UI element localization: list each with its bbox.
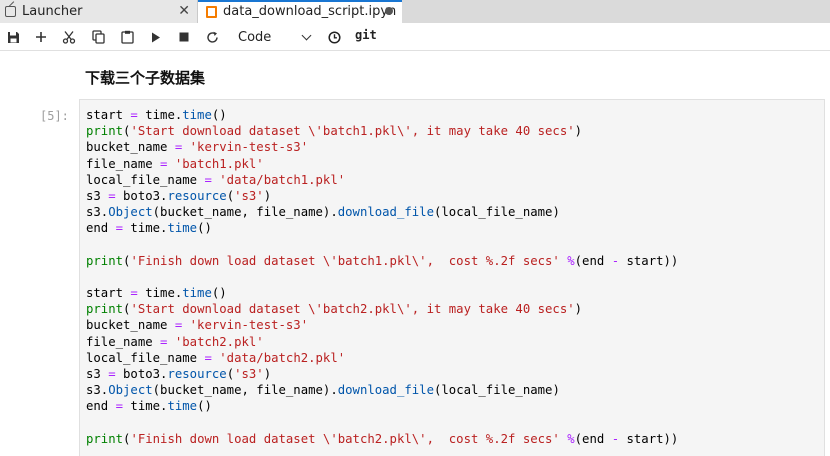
save-icon[interactable]: [4, 28, 22, 46]
code-line[interactable]: local_file_name = 'data/batch1.pkl': [86, 172, 678, 188]
cut-icon[interactable]: [60, 28, 78, 46]
code-editor[interactable]: start = time.time() print('Start download…: [86, 107, 678, 447]
code-line[interactable]: start = time.time(): [86, 107, 678, 123]
code-line[interactable]: s3 = boto3.resource('s3'): [86, 366, 678, 382]
unsaved-dot-icon[interactable]: [385, 7, 393, 15]
code-line[interactable]: [86, 269, 678, 285]
code-line[interactable]: [86, 237, 678, 253]
code-line[interactable]: file_name = 'batch1.pkl': [86, 156, 678, 172]
run-icon[interactable]: [147, 28, 165, 46]
code-line[interactable]: end = time.time(): [86, 398, 678, 414]
code-line[interactable]: print('Start download dataset \'batch1.p…: [86, 123, 678, 139]
paste-icon[interactable]: [118, 28, 136, 46]
tab-label: data_download_script.ipyn: [223, 4, 397, 19]
notebook-toolbar: Code git: [0, 23, 830, 51]
cell-prompt: [5]:: [40, 109, 69, 123]
code-line[interactable]: s3 = boto3.resource('s3'): [86, 188, 678, 204]
code-line[interactable]: print('Finish down load dataset \'batch1…: [86, 253, 678, 269]
markdown-heading: 下载三个子数据集: [85, 69, 206, 87]
tab-notebook[interactable]: data_download_script.ipyn: [198, 0, 402, 23]
code-line[interactable]: print('Start download dataset \'batch2.p…: [86, 301, 678, 317]
code-line[interactable]: bucket_name = 'kervin-test-s3': [86, 139, 678, 155]
clock-icon[interactable]: [325, 28, 343, 46]
launcher-icon: [5, 6, 16, 17]
notebook-icon: [206, 5, 217, 18]
stop-icon[interactable]: [175, 28, 193, 46]
chevron-down-icon: [301, 30, 312, 40]
close-icon[interactable]: ✕: [178, 3, 190, 19]
code-line[interactable]: print('Finish down load dataset \'batch2…: [86, 431, 678, 447]
cell-type-value: Code: [238, 29, 272, 45]
code-line[interactable]: s3.Object(bucket_name, file_name).downlo…: [86, 382, 678, 398]
notebook-panel: 下载三个子数据集 [5]: start = time.time() print('…: [0, 52, 830, 456]
code-line[interactable]: bucket_name = 'kervin-test-s3': [86, 317, 678, 333]
add-cell-icon[interactable]: [32, 28, 50, 46]
code-line[interactable]: local_file_name = 'data/batch2.pkl': [86, 350, 678, 366]
tab-bar: Launcher ✕ data_download_script.ipyn: [0, 0, 830, 23]
restart-icon[interactable]: [203, 28, 221, 46]
copy-icon[interactable]: [89, 28, 107, 46]
code-line[interactable]: s3.Object(bucket_name, file_name).downlo…: [86, 204, 678, 220]
code-line[interactable]: [86, 415, 678, 431]
tab-launcher[interactable]: Launcher ✕: [0, 0, 198, 23]
tab-label: Launcher: [22, 4, 83, 19]
code-line[interactable]: end = time.time(): [86, 220, 678, 236]
code-line[interactable]: start = time.time(): [86, 285, 678, 301]
code-line[interactable]: file_name = 'batch2.pkl': [86, 334, 678, 350]
code-cell[interactable]: start = time.time() print('Start download…: [79, 99, 825, 456]
git-button[interactable]: git: [355, 28, 377, 42]
cell-type-select[interactable]: Code: [232, 27, 316, 47]
